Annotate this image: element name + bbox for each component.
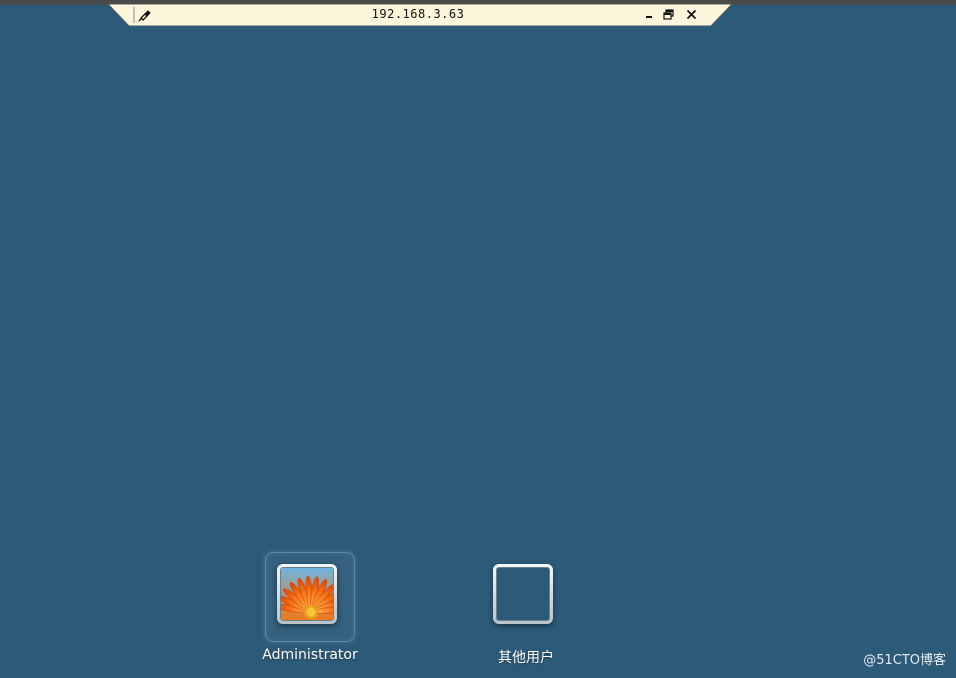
empty-avatar — [496, 567, 550, 621]
watermark: @51CTO博客 — [863, 653, 946, 668]
login-screen: 192.168.3.63 Administrator 其他用户 @51CTO博客 — [0, 0, 956, 678]
minimize-icon[interactable] — [642, 7, 656, 21]
pin-icon[interactable] — [137, 8, 153, 22]
close-icon[interactable] — [684, 7, 698, 21]
rdp-connection-bar[interactable]: 192.168.3.63 — [108, 4, 732, 26]
avatar-frame[interactable] — [277, 564, 337, 624]
connection-title: 192.168.3.63 — [371, 7, 465, 21]
flower-avatar — [280, 567, 334, 621]
user-name-administrator: Administrator — [262, 647, 358, 663]
restore-icon[interactable] — [661, 7, 675, 21]
user-name-other-user: 其他用户 — [498, 650, 554, 666]
avatar-frame[interactable] — [493, 564, 553, 624]
